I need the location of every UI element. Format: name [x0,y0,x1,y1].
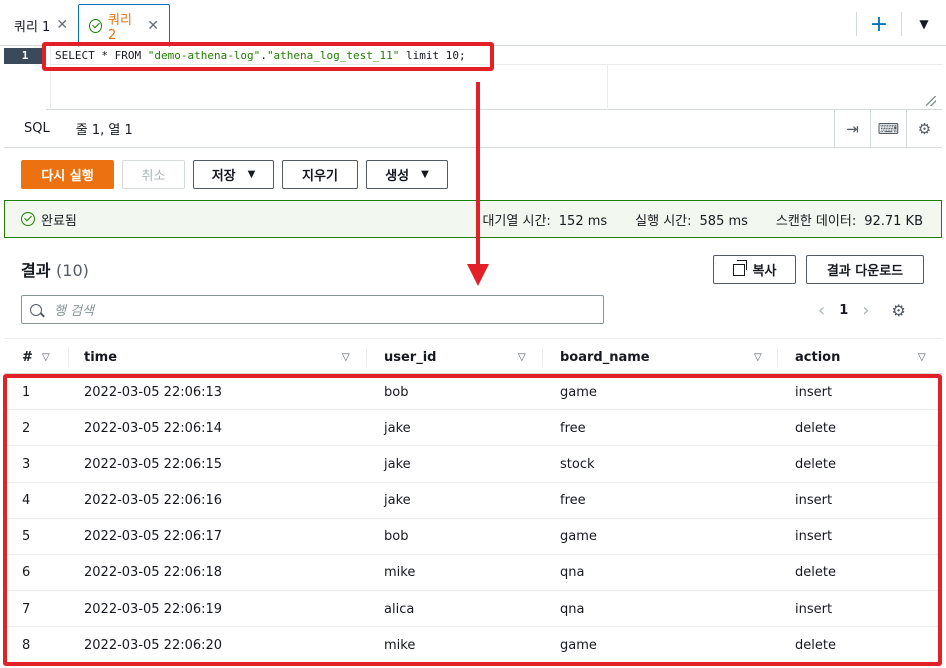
highlight-box-query [42,42,494,71]
arrow-down-icon [467,264,489,286]
highlight-box-results [3,374,942,666]
keyboard-icon[interactable]: ⌨ [870,110,906,148]
cancel-button[interactable]: 취소 [122,160,185,189]
search-icon [30,303,42,316]
gear-icon[interactable]: ⚙ [906,110,942,148]
sort-icon[interactable]: ▽ [518,352,526,363]
search-input[interactable]: 행 검색 [21,295,604,324]
sort-icon[interactable]: ▽ [918,352,926,363]
tab-label: 쿼리 1 [14,19,51,35]
chevron-left-icon[interactable]: ‹ [818,300,825,321]
tab-query-2[interactable]: 쿼리 2 ✕ [78,4,170,47]
editor-gutter: 1 [4,46,46,110]
rerun-button[interactable]: 다시 실행 [21,160,114,189]
close-icon[interactable]: ✕ [147,18,159,34]
results-count: (10) [56,261,89,280]
sort-icon[interactable]: ▽ [42,352,50,363]
tab-query-1[interactable]: 쿼리 1 ✕ [4,4,78,46]
query-tab-bar: 쿼리 1 ✕ 쿼리 2 ✕ + ▼ [0,0,946,47]
status-text: 완료됨 [41,213,77,229]
column-header-board-name[interactable]: board_name [560,339,650,375]
annotation-arrow-line [476,82,480,266]
line-number: 1 [4,48,46,64]
resize-handle-icon[interactable] [926,96,936,106]
editor-statusbar: SQL 줄 1, 열 1 ⇥ ⌨ ⚙ [4,110,942,148]
gear-icon[interactable]: ⚙ [891,301,905,320]
tab-label: 쿼리 2 [107,12,132,43]
column-header-user-id[interactable]: user_id [384,339,436,375]
check-circle-icon [21,212,35,226]
column-header-action[interactable]: action [795,339,840,375]
run-time: 585 ms [699,213,748,229]
query-stats: 대기열 시간: 152 ms 실행 시간: 585 ms 스캔한 데이터: 92.71… [482,213,923,229]
sort-icon[interactable]: ▽ [342,352,350,363]
save-button[interactable]: 저장 ▼ [193,160,274,189]
queue-time: 152 ms [558,213,608,229]
pagination: ‹ 1 › ⚙ [818,298,906,322]
cursor-position: 줄 1, 열 1 [75,123,133,138]
tab-actions: + ▼ [856,4,946,44]
copy-button[interactable]: 복사 [713,255,796,284]
column-header-index[interactable]: # [22,339,33,375]
chevron-right-icon[interactable]: › [862,300,869,321]
column-header-time[interactable]: time [84,339,117,375]
sort-icon[interactable]: ▽ [754,352,762,363]
close-icon[interactable]: ✕ [56,17,68,33]
query-status-banner: 완료됨 대기열 시간: 152 ms 실행 시간: 585 ms 스캔한 데이터: 9… [4,200,942,238]
results-table-header: # ▽ time ▽ user_id ▽ board_name ▽ action… [4,338,942,374]
language-label: SQL [24,121,50,136]
caret-down-icon: ▼ [421,169,429,180]
clear-button[interactable]: 지우기 [282,160,358,189]
page-number[interactable]: 1 [839,303,848,318]
data-scanned: 92.71 KB [864,213,923,229]
query-actions: 다시 실행 취소 저장 ▼ 지우기 생성 ▼ [21,160,448,189]
results-title: 결과 (10) [21,261,89,280]
search-placeholder: 행 검색 [54,304,95,319]
download-results-button[interactable]: 결과 다운로드 [806,255,924,284]
create-button[interactable]: 생성 ▼ [366,160,448,189]
check-circle-icon [89,18,102,33]
caret-down-icon[interactable]: ▼ [902,4,946,44]
plus-icon[interactable]: + [857,4,901,44]
copy-icon [732,259,747,276]
caret-down-icon: ▼ [247,169,256,180]
format-icon[interactable]: ⇥ [834,110,870,148]
